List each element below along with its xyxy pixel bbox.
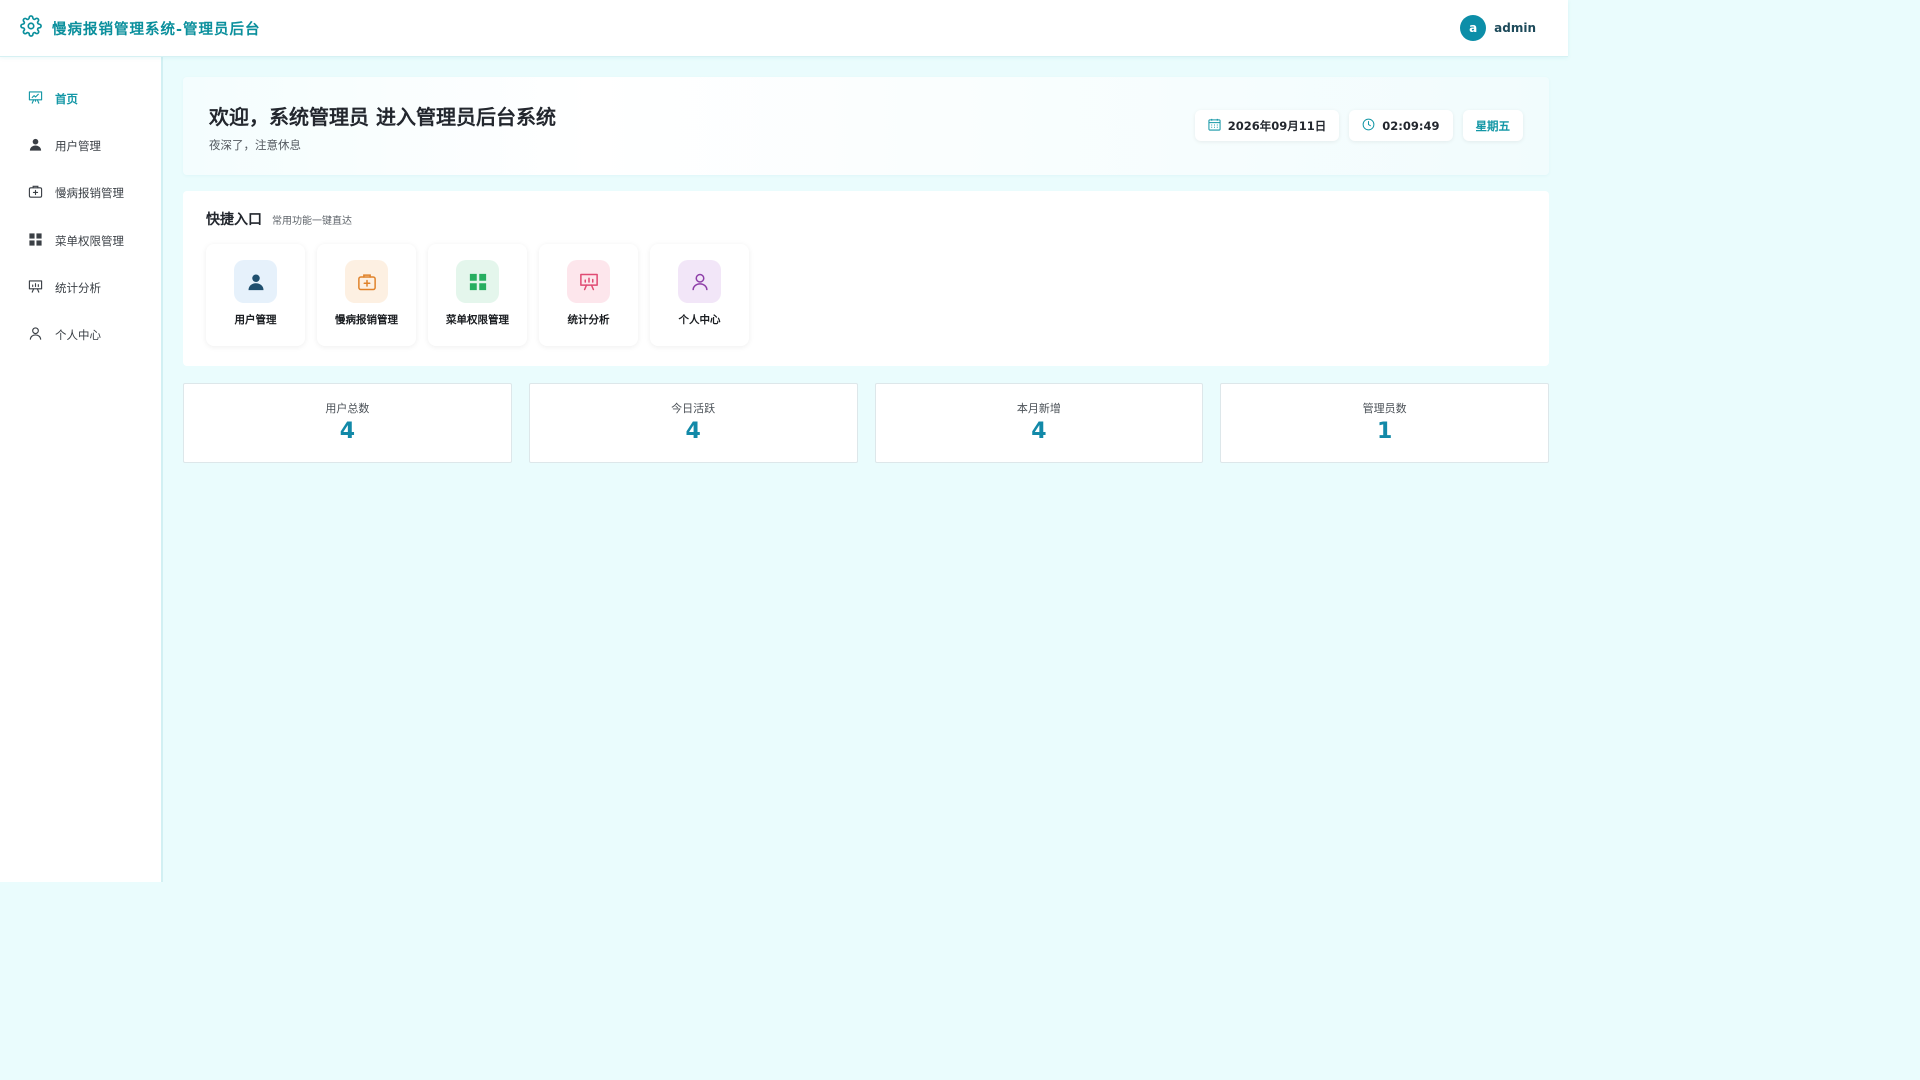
brand[interactable]: 慢病报销管理系统-管理员后台 (20, 15, 261, 41)
quick-card-label: 慢病报销管理 (335, 314, 398, 326)
stat-card-admin-count: 管理员数 1 (1220, 383, 1549, 463)
time-text: 02:09:49 (1382, 118, 1440, 133)
quick-access-list: 用户管理 慢病报销管理 菜单权限管理 统计分析 个人中心 (206, 244, 1526, 346)
quick-card-profile[interactable]: 个人中心 (650, 244, 749, 346)
weekday-text: 星期五 (1475, 118, 1511, 133)
stat-value: 4 (339, 419, 356, 444)
top-header: 慢病报销管理系统-管理员后台 a admin (0, 0, 1568, 57)
sidebar-item-label: 慢病报销管理 (55, 186, 124, 201)
quick-card-menu-permission[interactable]: 菜单权限管理 (428, 244, 527, 346)
quick-card-label: 菜单权限管理 (446, 314, 509, 326)
presentation-chart-icon (28, 90, 43, 108)
stat-label: 今日活跃 (671, 402, 716, 415)
stat-label: 管理员数 (1362, 402, 1407, 415)
quick-card-statistics[interactable]: 统计分析 (539, 244, 638, 346)
quick-card-label: 个人中心 (678, 314, 721, 326)
stat-label: 用户总数 (325, 402, 370, 415)
sidebar-item-label: 首页 (55, 91, 78, 106)
sidebar-item-home[interactable]: 首页 (0, 75, 161, 122)
main-content: 欢迎，系统管理员 进入管理员后台系统 夜深了，注意休息 2026年09月11日 … (183, 77, 1549, 463)
stats-row: 用户总数 4 今日活跃 4 本月新增 4 管理员数 1 (183, 383, 1549, 463)
time-chip: 02:09:49 (1349, 110, 1453, 141)
welcome-banner: 欢迎，系统管理员 进入管理员后台系统 夜深了，注意休息 2026年09月11日 … (183, 77, 1549, 175)
welcome-title: 欢迎，系统管理员 进入管理员后台系统 (209, 105, 556, 129)
sidebar-item-menu-permission[interactable]: 菜单权限管理 (0, 217, 161, 264)
sidebar: 首页 用户管理 慢病报销管理 菜单权限管理 统计分析 个人中心 (0, 57, 163, 882)
stat-card-total-users: 用户总数 4 (183, 383, 512, 463)
clock-icon (1362, 118, 1375, 134)
quick-card-reimbursement[interactable]: 慢病报销管理 (317, 244, 416, 346)
date-text: 2026年09月11日 (1227, 118, 1327, 133)
quick-card-users[interactable]: 用户管理 (206, 244, 305, 346)
grid-icon (456, 260, 499, 303)
quick-access-title: 快捷入口 (206, 212, 262, 228)
user-icon (28, 137, 43, 155)
user-icon (234, 260, 277, 303)
presentation-chart-icon (28, 279, 43, 297)
datetime-chips: 2026年09月11日 02:09:49 星期五 (1194, 110, 1523, 141)
quick-access-header: 快捷入口 常用功能一键直达 (206, 209, 1526, 229)
sidebar-item-users[interactable]: 用户管理 (0, 122, 161, 169)
user-menu[interactable]: a admin (1460, 15, 1548, 41)
weekday-chip: 星期五 (1462, 110, 1523, 141)
medical-case-icon (345, 260, 388, 303)
sidebar-item-label: 统计分析 (55, 280, 101, 295)
grid-icon (28, 232, 43, 250)
sidebar-item-label: 用户管理 (55, 138, 101, 153)
quick-card-label: 统计分析 (567, 314, 610, 326)
sidebar-item-statistics[interactable]: 统计分析 (0, 264, 161, 311)
app-title: 慢病报销管理系统-管理员后台 (52, 21, 261, 38)
sidebar-item-label: 个人中心 (55, 328, 101, 343)
sidebar-item-reimbursement[interactable]: 慢病报销管理 (0, 170, 161, 217)
calendar-icon (1208, 118, 1221, 134)
welcome-subtitle: 夜深了，注意休息 (209, 138, 301, 152)
stat-card-new-this-month: 本月新增 4 (874, 383, 1204, 463)
date-chip: 2026年09月11日 (1194, 110, 1340, 141)
stat-card-active-today: 今日活跃 4 (528, 383, 858, 463)
stat-label: 本月新增 (1016, 402, 1061, 415)
username[interactable]: admin (1494, 21, 1536, 35)
stat-value: 4 (1031, 419, 1047, 444)
stat-value: 1 (1376, 419, 1393, 444)
medical-case-icon (28, 184, 43, 202)
sidebar-item-label: 菜单权限管理 (55, 233, 124, 248)
stat-value: 4 (685, 419, 701, 444)
quick-card-label: 用户管理 (234, 314, 277, 326)
user-outline-icon (678, 260, 721, 303)
quick-access-subtitle: 常用功能一键直达 (272, 216, 352, 227)
presentation-chart-icon (567, 260, 610, 303)
quick-access-panel: 快捷入口 常用功能一键直达 用户管理 慢病报销管理 菜单权限管理 统计分析 个人… (183, 191, 1549, 366)
gear-icon (20, 15, 42, 41)
avatar[interactable]: a (1460, 15, 1487, 41)
user-outline-icon (28, 326, 43, 344)
sidebar-item-profile[interactable]: 个人中心 (0, 311, 161, 358)
